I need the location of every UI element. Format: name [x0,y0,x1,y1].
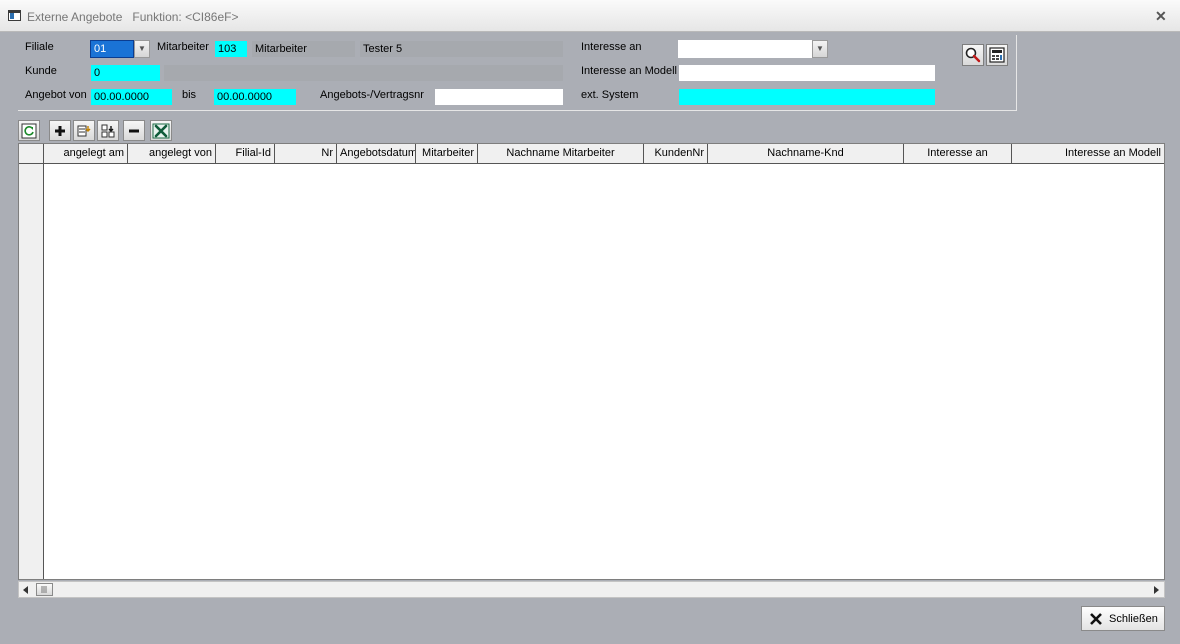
vertragsnr-field[interactable] [435,89,563,105]
close-icon [1090,612,1102,625]
move-record-button[interactable] [97,120,119,141]
interesse-modell-label: Interesse an Modell [581,65,677,77]
angebot-von-label: Angebot von [25,89,87,101]
scroll-thumb[interactable] [36,583,53,596]
interesse-an-dropdown-button[interactable]: ▼ [812,40,828,58]
column-header[interactable]: angelegt von [128,144,216,163]
mitarbeiter-nr-field[interactable]: 103 [215,41,247,57]
search-button[interactable] [962,44,984,66]
chevron-down-icon: ▼ [816,44,824,53]
grip-icon [41,586,47,593]
refresh-button[interactable] [18,120,40,141]
excel-export-icon [152,123,170,138]
window-close-button[interactable]: ✕ [1155,8,1167,25]
search-icon [965,47,981,63]
window-icon [8,10,21,21]
refresh-icon [21,123,37,138]
calculator-icon [989,47,1005,63]
bis-field[interactable]: 00.00.0000 [214,89,296,105]
row-header-column [19,164,44,579]
move-record-icon [101,124,115,137]
mitarbeiter-label: Mitarbeiter [157,41,209,53]
copy-record-button[interactable] [73,120,95,141]
interesse-an-label: Interesse an [581,41,642,53]
add-icon [55,125,65,136]
column-header[interactable]: Nr [275,144,337,163]
window-title: Externe Angebote Funktion: <CI86eF> [27,10,239,24]
vertragsnr-label: Angebots-/Vertragsnr [320,89,424,101]
column-header[interactable]: angelegt am [44,144,128,163]
offers-grid[interactable]: angelegt am angelegt von Filial-Id Nr An… [18,143,1165,580]
filiale-select[interactable]: 01 [90,40,134,58]
mitarbeiter-type-field: Mitarbeiter [252,41,355,57]
column-header[interactable]: Interesse an [904,144,1012,163]
remove-button[interactable] [123,120,145,141]
chevron-down-icon: ▼ [138,44,146,53]
column-header[interactable]: Filial-Id [216,144,275,163]
column-header[interactable]: KundenNr [644,144,708,163]
column-header[interactable]: Angebotsdatum [337,144,416,163]
grid-corner-cell [19,144,44,163]
interesse-an-select[interactable] [678,40,812,58]
mitarbeiter-name-field: Tester 5 [360,41,563,57]
close-button[interactable]: Schließen [1081,606,1165,631]
kunde-label: Kunde [25,65,57,77]
horizontal-scrollbar[interactable] [18,581,1165,598]
scroll-right-icon[interactable] [1152,586,1160,594]
column-header[interactable]: Nachname Mitarbeiter [478,144,644,163]
ext-system-label: ext. System [581,89,639,101]
interesse-modell-field[interactable] [679,65,935,81]
add-button[interactable] [49,120,71,141]
close-button-label: Schließen [1109,612,1158,625]
calculator-button[interactable] [986,44,1008,66]
filiale-label: Filiale [25,41,54,53]
kunde-name-field [164,65,563,81]
column-header[interactable]: Mitarbeiter [416,144,478,163]
scroll-left-icon[interactable] [22,586,30,594]
column-header[interactable]: Nachname-Knd [708,144,904,163]
kunde-field[interactable]: 0 [91,65,160,81]
column-header[interactable]: Interesse an Modell [1012,144,1164,163]
filiale-dropdown-button[interactable]: ▼ [134,40,150,58]
angebot-von-field[interactable]: 00.00.0000 [91,89,172,105]
copy-record-icon [77,125,91,136]
title-bar: Externe Angebote Funktion: <CI86eF> ✕ [0,0,1180,32]
excel-export-button[interactable] [150,120,172,141]
remove-icon [129,129,139,132]
grid-header: angelegt am angelegt von Filial-Id Nr An… [19,144,1164,164]
ext-system-field[interactable] [679,89,935,105]
bis-label: bis [182,89,197,101]
